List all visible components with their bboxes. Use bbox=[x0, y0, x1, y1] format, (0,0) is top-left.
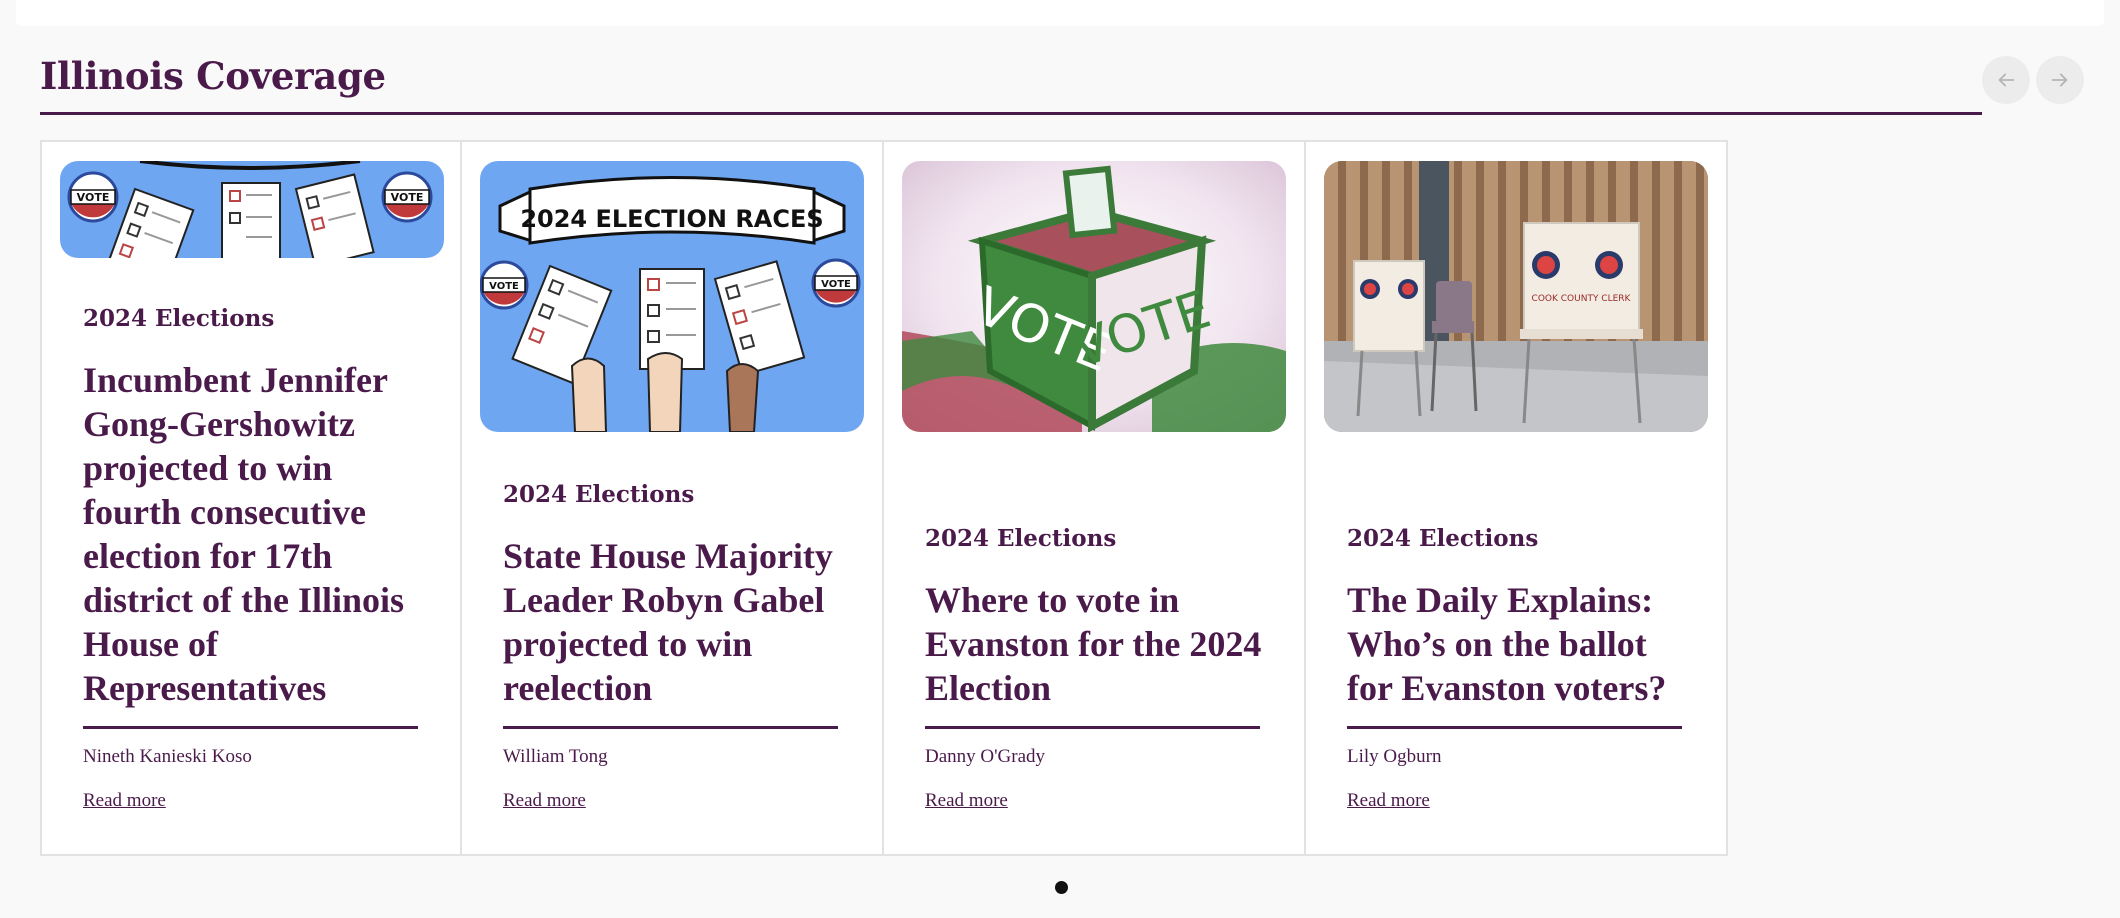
article-category[interactable]: 2024 Elections bbox=[925, 525, 1116, 552]
article-card[interactable]: VOTE VOTE 2024 Elections Where to vote i… bbox=[884, 140, 1306, 856]
svg-text:VOTE: VOTE bbox=[391, 191, 424, 204]
carousel-pagination-dot[interactable] bbox=[1055, 881, 1068, 894]
article-category[interactable]: 2024 Elections bbox=[503, 481, 694, 508]
article-author: Danny O'Grady bbox=[925, 746, 1046, 767]
section-title-rule bbox=[40, 112, 1982, 115]
article-image[interactable]: 2024 ELECTION RACES VOTE VOTE bbox=[480, 161, 864, 432]
headline-rule bbox=[503, 726, 838, 729]
article-headline[interactable]: State House Majority Leader Robyn Gabel … bbox=[503, 534, 843, 710]
section-title: Illinois Coverage bbox=[40, 54, 386, 98]
svg-text:COOK COUNTY CLERK: COOK COUNTY CLERK bbox=[1532, 294, 1632, 304]
article-card[interactable]: COOK COUNTY CLERK 2024 Elections The Dai… bbox=[1306, 140, 1728, 856]
svg-text:VOTE: VOTE bbox=[77, 191, 110, 204]
svg-text:VOTE: VOTE bbox=[489, 281, 519, 292]
article-carousel: VOTE VOTE 2024 Elections Incumbent Jenni… bbox=[40, 140, 1728, 856]
headline-rule bbox=[1347, 726, 1682, 729]
svg-text:2024 ELECTION RACES: 2024 ELECTION RACES bbox=[520, 205, 823, 233]
article-category[interactable]: 2024 Elections bbox=[1347, 525, 1538, 552]
article-headline[interactable]: The Daily Explains: Who’s on the ballot … bbox=[1347, 578, 1687, 710]
read-more-link[interactable]: Read more bbox=[925, 790, 1008, 812]
read-more-link[interactable]: Read more bbox=[83, 790, 166, 812]
article-author: Nineth Kanieski Koso bbox=[83, 746, 252, 767]
headline-rule bbox=[925, 726, 1260, 729]
read-more-link[interactable]: Read more bbox=[503, 790, 586, 812]
headline-rule bbox=[83, 726, 418, 729]
top-bar-strip bbox=[16, 0, 2104, 26]
article-headline[interactable]: Incumbent Jennifer Gong-Gershowitz proje… bbox=[83, 358, 423, 710]
article-image[interactable]: VOTE VOTE bbox=[60, 161, 444, 258]
article-card[interactable]: VOTE VOTE 2024 Elections Incumbent Jenni… bbox=[40, 140, 462, 856]
read-more-link[interactable]: Read more bbox=[1347, 790, 1430, 812]
carousel-next-button[interactable] bbox=[2036, 56, 2084, 104]
carousel-prev-button[interactable] bbox=[1982, 56, 2030, 104]
article-image[interactable]: VOTE VOTE bbox=[902, 161, 1286, 432]
article-image[interactable]: COOK COUNTY CLERK bbox=[1324, 161, 1708, 432]
svg-text:VOTE: VOTE bbox=[821, 279, 851, 290]
arrow-right-icon bbox=[2051, 73, 2068, 87]
arrow-left-icon bbox=[1998, 73, 2015, 87]
article-author: Lily Ogburn bbox=[1347, 746, 1442, 767]
article-headline[interactable]: Where to vote in Evanston for the 2024 E… bbox=[925, 578, 1265, 710]
article-category[interactable]: 2024 Elections bbox=[83, 305, 274, 332]
article-author: William Tong bbox=[503, 746, 608, 767]
article-card[interactable]: 2024 ELECTION RACES VOTE VOTE 2024 Elect… bbox=[462, 140, 884, 856]
